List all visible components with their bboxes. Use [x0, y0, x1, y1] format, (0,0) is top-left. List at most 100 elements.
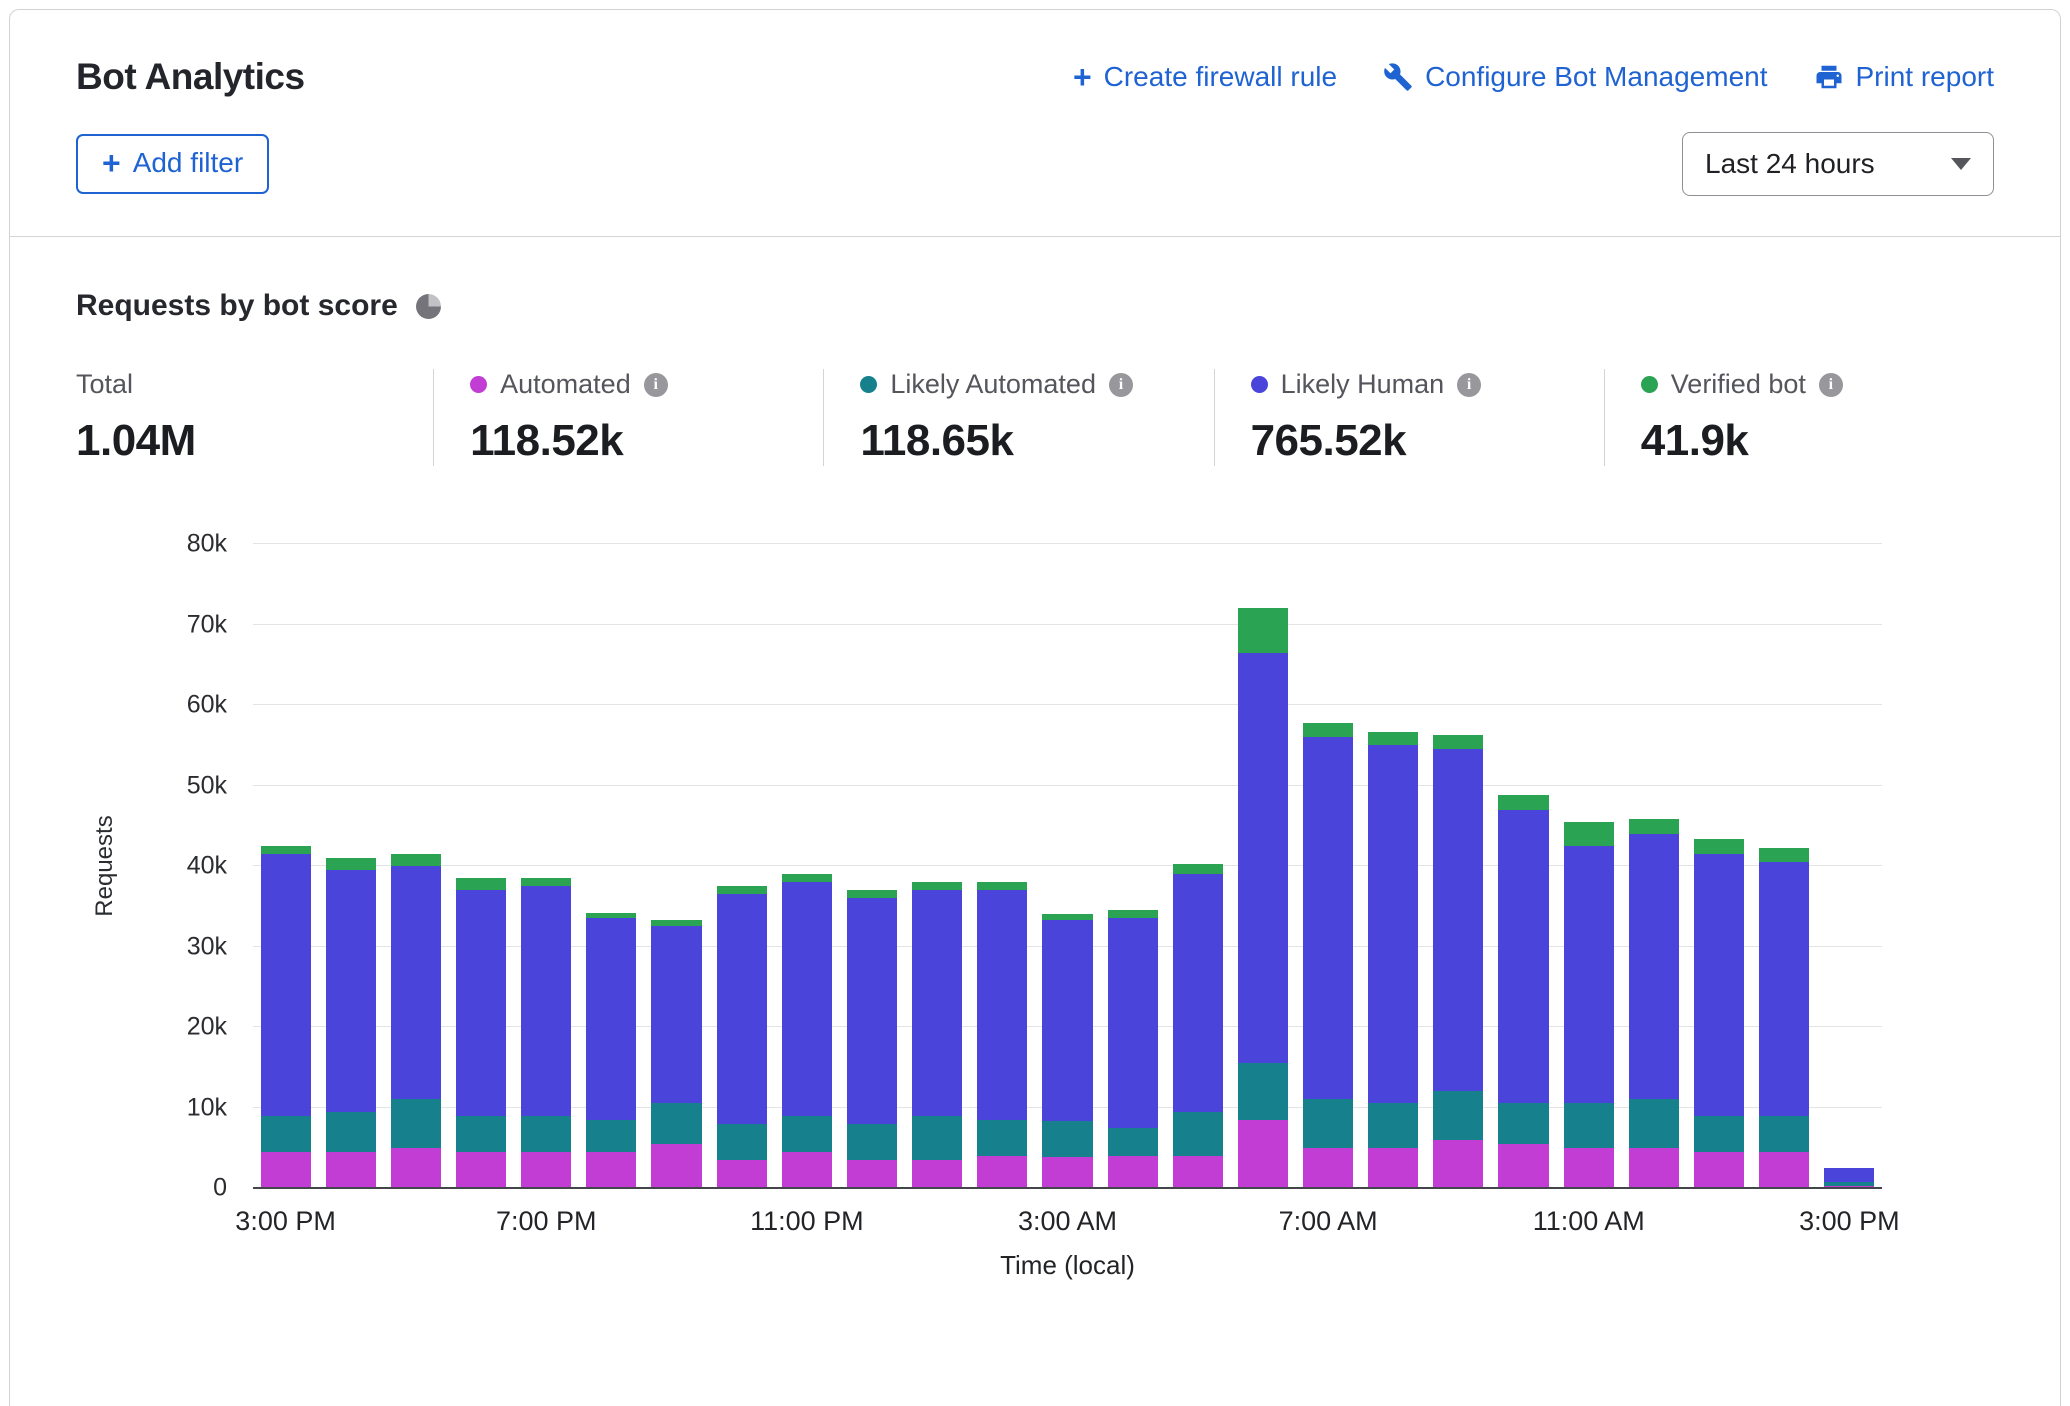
y-tick-label: 40k — [143, 852, 227, 881]
create-firewall-rule-link[interactable]: + Create firewall rule — [1073, 61, 1337, 93]
stacked-bar — [1433, 544, 1483, 1188]
bar-segment-likely-human — [326, 870, 376, 1112]
bar-slot — [1426, 544, 1491, 1188]
y-tick-label: 30k — [143, 932, 227, 961]
chart-plot — [253, 544, 1882, 1188]
verified-bot-legend-dot — [1641, 376, 1658, 393]
bar-slot — [1296, 544, 1361, 1188]
page-title: Bot Analytics — [76, 56, 305, 98]
stat-likely-human: Likely Human i 765.52k — [1214, 369, 1604, 466]
bar-segment-likely-automated — [977, 1120, 1027, 1156]
create-firewall-rule-label: Create firewall rule — [1104, 61, 1337, 93]
bar-segment-automated — [586, 1152, 636, 1188]
bar-segment-likely-automated — [717, 1124, 767, 1160]
stat-total: Total 1.04M — [76, 369, 433, 466]
bar-segment-likely-human — [1824, 1168, 1874, 1182]
bar-segment-likely-human — [782, 882, 832, 1115]
stacked-bar — [1694, 544, 1744, 1188]
chart-bars — [253, 544, 1882, 1188]
stacked-bar — [1564, 544, 1614, 1188]
bar-slot — [318, 544, 383, 1188]
y-tick-label: 60k — [143, 691, 227, 720]
stat-value: 1.04M — [76, 416, 433, 466]
bar-segment-verified-bot — [717, 886, 767, 894]
bar-segment-automated — [1368, 1148, 1418, 1188]
bar-slot — [1230, 544, 1295, 1188]
bar-segment-automated — [1108, 1156, 1158, 1188]
stacked-bar — [1108, 544, 1158, 1188]
bar-segment-likely-automated — [1564, 1103, 1614, 1147]
bar-segment-automated — [912, 1160, 962, 1188]
bar-segment-verified-bot — [1564, 822, 1614, 846]
bar-slot — [448, 544, 513, 1188]
bar-slot — [1361, 544, 1426, 1188]
bar-slot — [970, 544, 1035, 1188]
bar-segment-verified-bot — [1498, 795, 1548, 809]
bar-segment-verified-bot — [1303, 723, 1353, 737]
bar-segment-verified-bot — [1759, 848, 1809, 862]
y-tick-label: 80k — [143, 530, 227, 559]
likely-human-legend-dot — [1251, 376, 1268, 393]
info-icon[interactable]: i — [1457, 373, 1481, 397]
bar-segment-likely-human — [1564, 846, 1614, 1104]
info-icon[interactable]: i — [644, 373, 668, 397]
info-icon[interactable]: i — [1109, 373, 1133, 397]
bar-segment-likely-automated — [1498, 1103, 1548, 1143]
x-axis-label: Time (local) — [1000, 1250, 1135, 1281]
bar-segment-automated — [717, 1160, 767, 1188]
bar-segment-verified-bot — [1694, 839, 1744, 853]
bar-segment-automated — [326, 1152, 376, 1188]
bar-segment-automated — [456, 1152, 506, 1188]
configure-bot-management-link[interactable]: Configure Bot Management — [1383, 61, 1767, 93]
bar-segment-likely-automated — [1238, 1063, 1288, 1119]
bar-segment-likely-automated — [456, 1116, 506, 1152]
x-tick-label: 7:00 PM — [496, 1206, 597, 1237]
y-axis-label: Requests — [91, 815, 119, 916]
add-filter-label: Add filter — [133, 147, 244, 179]
bar-segment-automated — [391, 1148, 441, 1188]
bar-segment-automated — [1042, 1157, 1092, 1188]
x-tick-label: 11:00 AM — [1533, 1206, 1645, 1237]
x-tick-label: 3:00 AM — [1018, 1206, 1117, 1237]
bar-slot — [1752, 544, 1817, 1188]
printer-icon — [1814, 62, 1844, 92]
bar-segment-likely-human — [1629, 834, 1679, 1100]
x-axis-line — [253, 1187, 1882, 1189]
section-title: Requests by bot score — [76, 289, 398, 323]
stacked-bar — [912, 544, 962, 1188]
bar-segment-likely-automated — [1759, 1116, 1809, 1152]
configure-bot-management-label: Configure Bot Management — [1425, 61, 1767, 93]
bar-segment-likely-automated — [261, 1116, 311, 1152]
bar-segment-likely-human — [1173, 874, 1223, 1111]
bar-segment-likely-automated — [391, 1099, 441, 1147]
bar-slot — [1686, 544, 1751, 1188]
bar-segment-automated — [1173, 1156, 1223, 1188]
bar-segment-automated — [1433, 1140, 1483, 1188]
bar-segment-likely-automated — [847, 1124, 897, 1160]
bar-segment-verified-bot — [1368, 732, 1418, 746]
info-icon[interactable]: i — [1819, 373, 1843, 397]
time-range-select[interactable]: Last 24 hours — [1682, 132, 1994, 196]
add-filter-button[interactable]: + Add filter — [76, 134, 269, 194]
stat-label: Likely Automated — [890, 369, 1096, 400]
bar-segment-likely-human — [1694, 854, 1744, 1116]
bar-segment-automated — [847, 1160, 897, 1188]
bar-segment-likely-human — [391, 866, 441, 1099]
bar-segment-verified-bot — [1629, 819, 1679, 833]
stat-value: 118.52k — [470, 416, 823, 466]
automated-legend-dot — [470, 376, 487, 393]
bar-segment-likely-automated — [1694, 1116, 1744, 1152]
bar-slot — [1100, 544, 1165, 1188]
stat-value: 765.52k — [1251, 416, 1604, 466]
stacked-bar — [977, 544, 1027, 1188]
stacked-bar — [391, 544, 441, 1188]
pie-chart-icon[interactable] — [416, 294, 441, 319]
bar-segment-automated — [1564, 1148, 1614, 1188]
bar-segment-likely-automated — [651, 1103, 701, 1143]
print-report-link[interactable]: Print report — [1814, 61, 1995, 93]
bar-segment-likely-automated — [586, 1120, 636, 1152]
bar-segment-likely-automated — [782, 1116, 832, 1152]
bar-segment-likely-human — [717, 894, 767, 1123]
bar-segment-likely-automated — [1629, 1099, 1679, 1147]
stacked-bar — [1824, 544, 1874, 1188]
